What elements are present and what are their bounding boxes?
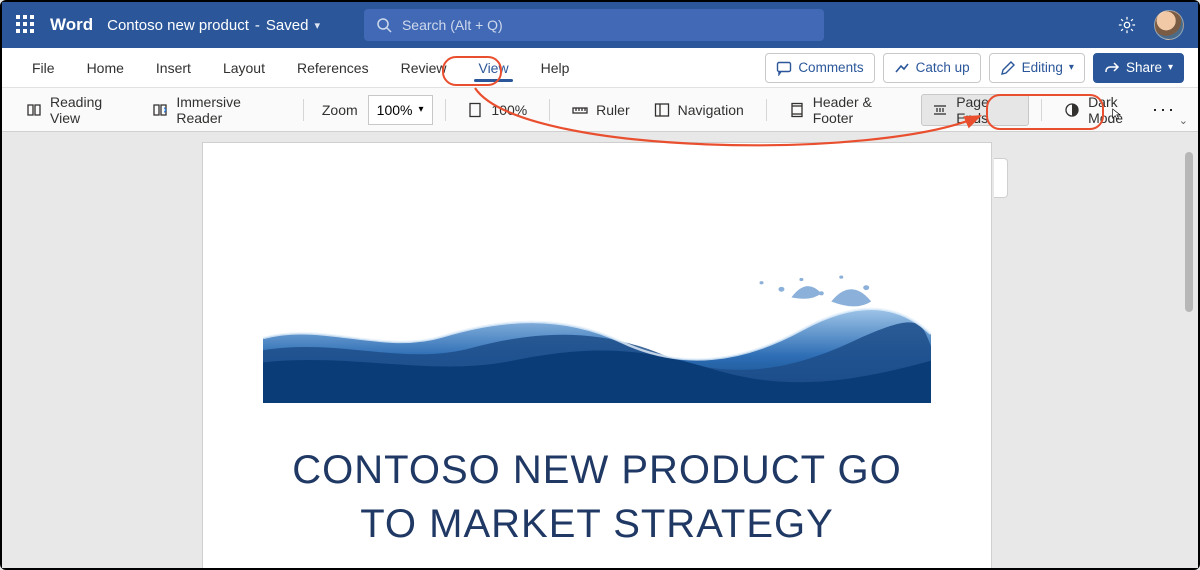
document-heading-line2: TO MARKET STRATEGY <box>263 497 931 551</box>
vertical-scrollbar[interactable] <box>1184 152 1194 412</box>
ribbon-separator <box>303 99 304 121</box>
page-ends-button[interactable]: Page Ends <box>921 94 1029 126</box>
menu-layout[interactable]: Layout <box>207 52 281 84</box>
page-tab-handle[interactable] <box>994 158 1008 198</box>
ribbon-separator <box>766 99 767 121</box>
app-launcher-icon[interactable] <box>16 15 36 35</box>
zoom-100-button[interactable]: 100% <box>457 94 537 126</box>
book-icon <box>26 102 42 118</box>
editing-button[interactable]: Editing ▾ <box>989 53 1085 83</box>
comments-button[interactable]: Comments <box>765 53 874 83</box>
zoom-100-label: 100% <box>491 102 527 118</box>
zoom-value: 100% <box>377 102 413 118</box>
immersive-reader-icon <box>152 102 168 118</box>
cursor-icon <box>1111 107 1124 121</box>
share-icon <box>1104 60 1120 76</box>
ribbon-separator <box>445 99 446 121</box>
settings-gear-icon[interactable] <box>1118 16 1136 34</box>
document-name: Contoso new product <box>107 17 249 34</box>
immersive-reader-label: Immersive Reader <box>176 94 281 126</box>
menu-references[interactable]: References <box>281 52 385 84</box>
navigation-pane-icon <box>654 102 670 118</box>
ruler-button[interactable]: Ruler <box>562 94 639 126</box>
document-heading: CONTOSO NEW PRODUCT GO TO MARKET STRATEG… <box>263 443 931 551</box>
ribbon-separator <box>549 99 550 121</box>
reading-view-label: Reading View <box>50 94 128 126</box>
reading-view-button[interactable]: Reading View <box>16 94 138 126</box>
search-input[interactable] <box>402 17 812 33</box>
document-status: Saved <box>266 17 309 34</box>
search-icon <box>376 17 392 33</box>
catchup-label: Catch up <box>916 60 970 75</box>
titlebar-right <box>1118 10 1184 40</box>
scrollbar-thumb[interactable] <box>1185 152 1193 312</box>
comments-label: Comments <box>798 60 863 75</box>
app-name: Word <box>50 15 93 35</box>
header-footer-button[interactable]: Header & Footer <box>779 94 917 126</box>
document-status-separator: - <box>255 17 260 34</box>
page-icon <box>467 102 483 118</box>
search-box[interactable] <box>364 9 824 41</box>
share-button[interactable]: Share ▾ <box>1093 53 1184 83</box>
zoom-label: Zoom <box>316 102 364 118</box>
comment-icon <box>776 60 792 76</box>
menu-view[interactable]: View <box>462 52 524 84</box>
document-heading-line1: CONTOSO NEW PRODUCT GO <box>263 443 931 497</box>
ribbon-view: Reading View Immersive Reader Zoom 100% … <box>2 88 1198 132</box>
user-avatar[interactable] <box>1154 10 1184 40</box>
pencil-icon <box>1000 60 1016 76</box>
document-hero-image <box>263 273 931 403</box>
zoom-dropdown[interactable]: 100% ▾ <box>368 95 433 125</box>
header-footer-icon <box>789 102 805 118</box>
document-page[interactable]: CONTOSO NEW PRODUCT GO TO MARKET STRATEG… <box>202 142 992 568</box>
catchup-button[interactable]: Catch up <box>883 53 981 83</box>
document-canvas[interactable]: CONTOSO NEW PRODUCT GO TO MARKET STRATEG… <box>2 134 1198 568</box>
dark-mode-icon <box>1064 102 1080 118</box>
page-ends-icon <box>932 102 948 118</box>
dark-mode-button[interactable]: Dark Mode <box>1054 94 1134 126</box>
chevron-down-icon: ▾ <box>1069 62 1074 73</box>
header-footer-label: Header & Footer <box>813 94 907 126</box>
menu-actions: Comments Catch up Editing ▾ Share ▾ <box>765 53 1184 83</box>
ribbon-separator <box>1041 99 1042 121</box>
navigation-button[interactable]: Navigation <box>644 94 754 126</box>
share-label: Share <box>1126 60 1162 75</box>
menu-bar: File Home Insert Layout References Revie… <box>2 48 1198 88</box>
chevron-down-icon: ▾ <box>1168 62 1173 73</box>
menu-help[interactable]: Help <box>525 52 586 84</box>
ruler-icon <box>572 102 588 118</box>
menu-review[interactable]: Review <box>385 52 463 84</box>
collapse-ribbon-icon[interactable]: ⌄ <box>1179 114 1188 127</box>
chevron-down-icon[interactable]: ▾ <box>314 19 320 32</box>
editing-label: Editing <box>1022 60 1063 75</box>
titlebar: Word Contoso new product - Saved ▾ <box>2 2 1198 48</box>
menu-insert[interactable]: Insert <box>140 52 207 84</box>
immersive-reader-button[interactable]: Immersive Reader <box>142 94 291 126</box>
ruler-label: Ruler <box>596 102 629 118</box>
menu-file[interactable]: File <box>16 52 71 84</box>
navigation-label: Navigation <box>678 102 744 118</box>
page-ends-label: Page Ends <box>956 94 1018 126</box>
menu-home[interactable]: Home <box>71 52 140 84</box>
document-title[interactable]: Contoso new product - Saved ▾ <box>107 17 320 34</box>
catchup-icon <box>894 60 910 76</box>
chevron-down-icon: ▾ <box>418 104 423 115</box>
